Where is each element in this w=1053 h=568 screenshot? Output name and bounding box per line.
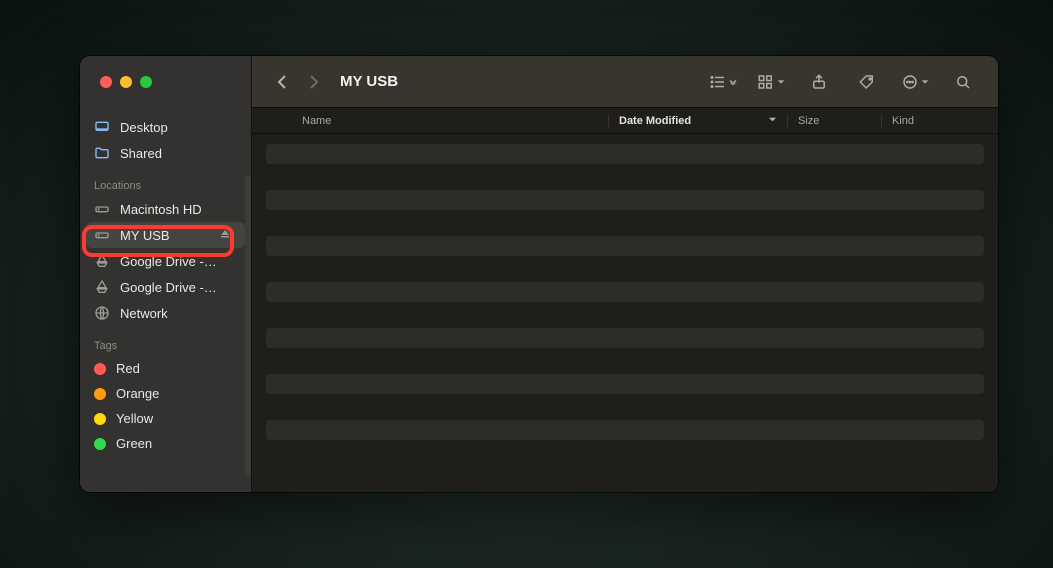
sidebar-tag-red[interactable]: Red — [80, 356, 251, 381]
sidebar-item-macintosh-hd[interactable]: Macintosh HD — [80, 196, 251, 222]
file-list-empty — [252, 134, 998, 492]
list-row-placeholder — [266, 328, 984, 348]
column-label: Date Modified — [619, 115, 691, 127]
sidebar-section-locations: Locations — [80, 166, 251, 196]
hdd-icon — [94, 201, 110, 217]
main-pane: MY USB — [252, 56, 998, 492]
share-button[interactable] — [802, 69, 836, 95]
view-mode-button[interactable] — [706, 69, 740, 95]
sidebar-item-label: Shared — [120, 146, 162, 161]
tag-dot-icon — [94, 388, 106, 400]
sidebar-item-label: Network — [120, 306, 168, 321]
sidebar-item-label: Google Drive -… — [120, 254, 217, 269]
sidebar-item-shared[interactable]: Shared — [80, 140, 251, 166]
sidebar-item-desktop[interactable]: Desktop — [80, 114, 251, 140]
sidebar-tag-yellow[interactable]: Yellow — [80, 406, 251, 431]
list-row-placeholder — [266, 374, 984, 394]
sidebar-item-label: Orange — [116, 386, 159, 401]
sidebar-item-label: Macintosh HD — [120, 202, 202, 217]
sidebar-item-label: Red — [116, 361, 140, 376]
action-menu-button[interactable] — [898, 69, 932, 95]
search-button[interactable] — [946, 69, 980, 95]
tag-button[interactable] — [850, 69, 884, 95]
column-label: Kind — [892, 115, 914, 127]
list-row-placeholder — [266, 236, 984, 256]
list-row-placeholder — [266, 420, 984, 440]
finder-window: Desktop Shared Locations Macintosh HD — [80, 56, 998, 492]
window-title: MY USB — [340, 73, 398, 90]
toolbar-right-group — [706, 69, 980, 95]
desktop-icon — [94, 119, 110, 135]
minimize-window-button[interactable] — [120, 76, 132, 88]
sidebar: Desktop Shared Locations Macintosh HD — [80, 56, 252, 492]
sidebar-scrollbar[interactable] — [245, 176, 251, 476]
sidebar-item-my-usb[interactable]: MY USB — [86, 222, 245, 248]
list-row-placeholder — [266, 190, 984, 210]
toolbar: MY USB — [252, 56, 998, 108]
zoom-window-button[interactable] — [140, 76, 152, 88]
close-window-button[interactable] — [100, 76, 112, 88]
column-label: Size — [798, 115, 819, 127]
sidebar-item-network[interactable]: Network — [80, 300, 251, 326]
globe-icon — [94, 305, 110, 321]
sort-indicator-icon — [768, 115, 777, 127]
sidebar-section-tags: Tags — [80, 326, 251, 356]
column-header-kind[interactable]: Kind — [882, 115, 988, 127]
ext-disk-icon — [94, 227, 110, 243]
column-header-size[interactable]: Size — [788, 115, 882, 127]
cloud-icon — [94, 253, 110, 269]
folder-shared-icon — [94, 145, 110, 161]
eject-icon[interactable] — [219, 228, 231, 243]
back-button[interactable] — [270, 70, 294, 94]
column-label: Name — [302, 115, 331, 127]
sidebar-item-google-drive-2[interactable]: Google Drive -… — [80, 274, 251, 300]
tag-dot-icon — [94, 363, 106, 375]
list-row-placeholder — [266, 282, 984, 302]
group-by-button[interactable] — [754, 69, 788, 95]
list-row-placeholder — [266, 144, 984, 164]
sidebar-item-label: MY USB — [120, 228, 170, 243]
sidebar-tag-green[interactable]: Green — [80, 431, 251, 456]
sidebar-item-label: Yellow — [116, 411, 153, 426]
sidebar-item-google-drive-1[interactable]: Google Drive -… — [80, 248, 251, 274]
tag-dot-icon — [94, 438, 106, 450]
column-header-date-modified[interactable]: Date Modified — [608, 115, 788, 127]
tag-dot-icon — [94, 413, 106, 425]
sidebar-item-label: Green — [116, 436, 152, 451]
column-headers: Name Date Modified Size Kind — [252, 108, 998, 134]
cloud-icon — [94, 279, 110, 295]
column-header-name[interactable]: Name — [252, 115, 608, 127]
sidebar-item-label: Desktop — [120, 120, 168, 135]
sidebar-tag-orange[interactable]: Orange — [80, 381, 251, 406]
sidebar-list: Desktop Shared Locations Macintosh HD — [80, 108, 251, 466]
forward-button[interactable] — [302, 70, 326, 94]
window-controls — [80, 56, 251, 108]
sidebar-item-label: Google Drive -… — [120, 280, 217, 295]
